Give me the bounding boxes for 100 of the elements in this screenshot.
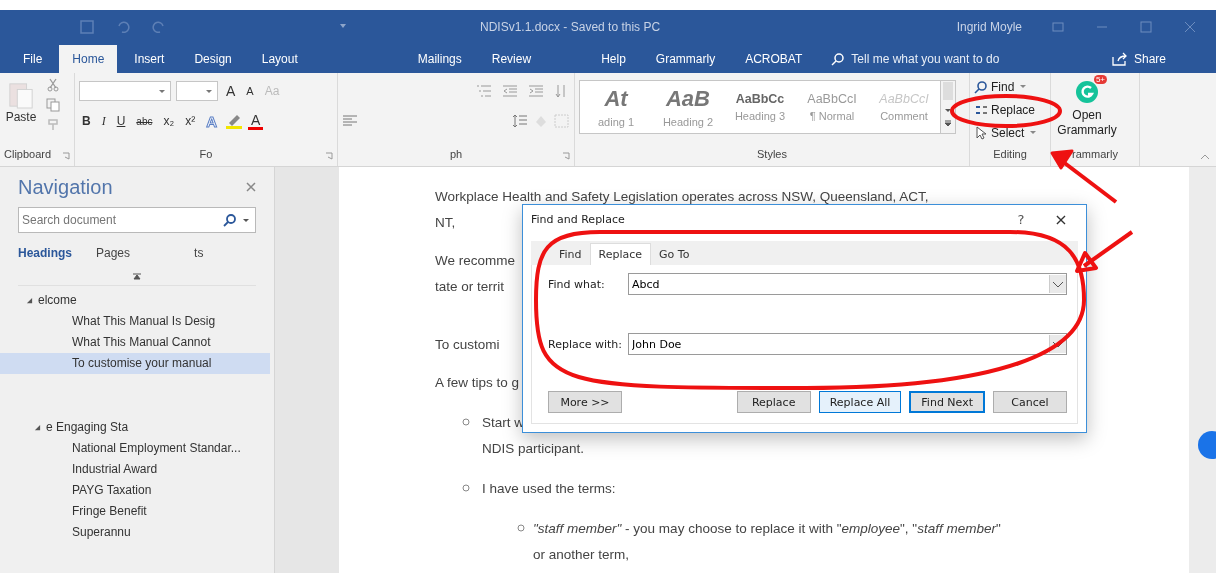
more-button[interactable]: More >>	[548, 391, 622, 413]
help-button[interactable]: ?	[1006, 211, 1036, 227]
borders-icon[interactable]	[554, 114, 570, 128]
pane-tab[interactable]: ts	[194, 246, 204, 260]
align-left-icon[interactable]	[342, 114, 358, 128]
heading-item[interactable]: What This Manual Is Desig	[0, 311, 270, 332]
font-color-button[interactable]: A	[248, 112, 264, 130]
collapse-all-icon[interactable]	[132, 273, 142, 281]
line-spacing-icon[interactable]	[512, 114, 528, 128]
format-button[interactable]: abc	[133, 115, 156, 127]
select-button[interactable]: Select	[974, 122, 1038, 143]
style-item[interactable]: AaBbCc Heading 3	[724, 81, 796, 133]
launcher-icon[interactable]	[562, 152, 570, 160]
search-icon	[831, 52, 846, 66]
close-icon[interactable]	[1184, 20, 1196, 33]
collapse-ribbon-icon[interactable]	[1200, 154, 1210, 160]
group-label: Editing	[993, 148, 1027, 162]
launcher-icon[interactable]	[325, 152, 333, 160]
field-label: Replace with:	[548, 337, 624, 351]
format-button[interactable]: x₂	[160, 114, 178, 128]
ribbon-tab[interactable]: Home	[59, 45, 118, 73]
ribbon-display-icon[interactable]	[1052, 20, 1064, 33]
cut-icon[interactable]	[46, 78, 60, 92]
decrease-indent-icon[interactable]	[502, 84, 518, 98]
document-text: To customi	[435, 336, 500, 352]
bullet-icon	[462, 418, 470, 426]
open-grammarly-button[interactable]: 5+ Open Grammarly	[1055, 76, 1119, 148]
tell-me-field[interactable]: Tell me what you want to do	[845, 51, 1034, 67]
ribbon-tab[interactable]: Design	[181, 45, 245, 73]
ribbon-tab[interactable]: Help	[588, 45, 639, 73]
dialog-tab[interactable]: Go To	[651, 243, 698, 265]
increase-indent-icon[interactable]	[528, 84, 544, 98]
format-button[interactable]: I	[98, 113, 109, 129]
paste-button[interactable]: Paste	[4, 76, 38, 148]
document-text: tate or territ	[435, 278, 505, 294]
format-button[interactable]: B	[79, 114, 94, 128]
document-text: Workplace Health and Safety Legislation operates across NSW, Queensland, ACT,	[435, 188, 929, 204]
heading-item[interactable]: PAYG Taxation	[0, 480, 270, 501]
heading-item[interactable]: Industrial Award	[0, 459, 270, 480]
ribbon-tab[interactable]: Layout	[248, 45, 311, 73]
dialog-button[interactable]: Cancel	[993, 391, 1067, 413]
ribbon-tab[interactable]: ACROBAT	[732, 45, 816, 73]
share-icon	[1111, 52, 1128, 66]
ribbon-tab[interactable]: File	[10, 45, 56, 73]
collapse-icon[interactable]	[26, 297, 33, 304]
document-text: NDIS participant.	[482, 440, 585, 456]
document-text: or another term,	[533, 546, 630, 562]
grow-font-button[interactable]: A	[223, 83, 239, 99]
share-button[interactable]: Share	[1111, 45, 1166, 73]
font-name-field[interactable]	[79, 81, 171, 101]
format-painter-icon[interactable]	[46, 118, 60, 132]
pane-tab[interactable]: Pages	[96, 246, 131, 260]
launcher-icon[interactable]	[62, 152, 70, 160]
maximize-icon[interactable]	[1140, 20, 1152, 33]
shrink-font-button[interactable]: A	[243, 85, 257, 97]
copy-icon[interactable]	[46, 98, 60, 112]
save-icon[interactable]	[80, 19, 94, 34]
heading-item[interactable]: elcome	[38, 290, 274, 311]
search-icon[interactable]	[223, 213, 237, 227]
format-button[interactable]: U	[113, 114, 129, 128]
dialog-button[interactable]: Find Next	[909, 391, 985, 413]
undo-icon[interactable]	[116, 19, 130, 34]
highlighter-icon[interactable]	[225, 113, 243, 129]
replace-button[interactable]: Replace	[974, 99, 1036, 120]
group-label: Fo	[199, 148, 213, 162]
ribbon-tab[interactable]: Mailings	[404, 45, 475, 73]
search-box[interactable]: Search document	[18, 207, 256, 233]
collapse-icon[interactable]	[34, 424, 41, 431]
format-button[interactable]: x²	[182, 114, 199, 128]
ribbon-tab[interactable]: Grammarly	[642, 45, 729, 73]
find-button[interactable]: Find	[974, 76, 1028, 97]
document-text: I have used the terms:	[482, 480, 616, 496]
close-icon[interactable]	[246, 182, 256, 192]
heading-item[interactable]: What This Manual Cannot	[0, 332, 270, 353]
redo-icon[interactable]	[152, 19, 166, 34]
pane-tab[interactable]: Headings	[18, 246, 72, 260]
style-item[interactable]: AaB Heading 2	[652, 81, 724, 133]
caret-icon	[205, 89, 213, 94]
user-name: Ingrid Moyle	[956, 19, 1022, 34]
heading-item[interactable]: e Engaging Sta	[46, 417, 274, 438]
ribbon-tab[interactable]: Insert	[121, 45, 178, 73]
heading-item[interactable]: Fringe Benefit	[0, 501, 270, 522]
dialog-button[interactable]: Replace	[736, 391, 811, 413]
ribbon-tab[interactable]: Review	[478, 45, 545, 73]
dialog-button[interactable]: Replace All	[818, 391, 902, 413]
dialog-tab[interactable]: Replace	[589, 243, 652, 265]
logo	[1075, 80, 1099, 104]
close-button[interactable]: ×	[1036, 209, 1086, 229]
gallery-scrollbar[interactable]	[941, 80, 956, 134]
heading-item[interactable]: National Employment Standar...	[0, 438, 270, 459]
multilevel-list-icon[interactable]	[476, 84, 492, 98]
font-size-field[interactable]	[176, 81, 218, 101]
dialog-tab[interactable]: Find	[551, 243, 590, 265]
heading-item[interactable]: To customise your manual	[0, 353, 270, 374]
notification-badge: 5+	[1093, 75, 1107, 84]
heading-item[interactable]: Superannu	[0, 522, 270, 543]
dropdown-button[interactable]	[1049, 275, 1066, 293]
caret-icon	[1019, 84, 1028, 89]
caret-icon[interactable]	[242, 217, 250, 223]
style-item[interactable]: At ading 1	[580, 81, 652, 133]
